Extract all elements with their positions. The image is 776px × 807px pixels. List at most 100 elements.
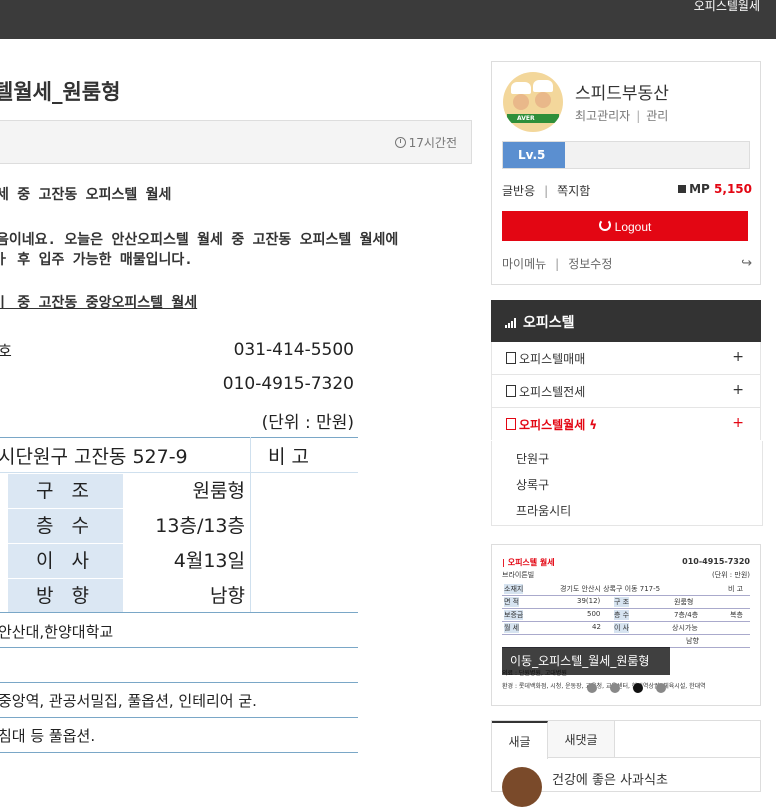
recent-post-thumbnail[interactable] (502, 767, 542, 807)
recent-post-title[interactable]: 건강에 좋은 사과식초 (552, 769, 668, 788)
logout-button[interactable]: Logout (502, 211, 748, 241)
banner-phone: 010-4915-7320 (682, 557, 750, 566)
banner-cell: 500 (587, 610, 601, 618)
level-text: Lv.5 (518, 148, 546, 162)
table-divider (0, 472, 358, 473)
clock-icon (394, 137, 406, 148)
slider-dots (587, 683, 679, 695)
banner-cell: 42 (592, 623, 601, 631)
mp-points[interactable]: MP 5,150 (678, 182, 752, 196)
avatar[interactable]: AVER (503, 72, 563, 132)
recent-tabs: 새글 새댓글 건강에 좋은 사과식초 (491, 720, 761, 807)
breadcrumb[interactable]: 오피스텔월세 (694, 0, 760, 14)
listing-row-label: 방 향 (8, 579, 123, 613)
post-time: 17시간전 (394, 134, 457, 151)
banner-cell: 월 세 (504, 623, 520, 633)
listing-row-value: 13층/13층 (155, 515, 245, 537)
slider-dot-3[interactable] (633, 683, 643, 693)
banner-cell: 구 조 (614, 597, 630, 607)
listing-phone-1: 031-414-5500 (233, 340, 354, 360)
bolt-icon: ϟ (589, 418, 598, 432)
listing-address: 시단원구 고잔동 527-9 (0, 446, 188, 468)
building-icon (506, 418, 516, 430)
banner-cell: 원룸형 (674, 598, 694, 606)
table-divider (0, 612, 358, 613)
listing-features: 중앙역, 관공서밀집, 풀옵션, 인테리어 굳. (0, 692, 257, 710)
slider-dot-4[interactable] (656, 683, 666, 693)
submenu: 단원구 상록구 프라움시티 (491, 441, 763, 526)
exit-icon[interactable]: ↪ (741, 256, 752, 271)
listing-row-label: 이 사 (8, 544, 123, 578)
post-meta-bar: 17시간전 (0, 120, 472, 164)
edit-info-link[interactable]: 정보수정 (568, 257, 612, 271)
listing-options: 침대 등 풀옵션. (0, 727, 96, 745)
listing-unit: (단위 : 만원) (261, 413, 354, 433)
mymenu-link[interactable]: 마이메뉴 (502, 257, 546, 271)
banner-grid: 소재지 경기도 안산시 상록구 이동 717-5 비 고 면 적 39(12) … (502, 583, 750, 651)
post-line-1: 세 중 고잔동 오피스텔 월세 (0, 187, 172, 203)
banner-cell: 7층/4층 (674, 611, 699, 619)
banner-cell: 경기도 안산시 상록구 이동 717-5 (560, 585, 661, 593)
banner-cell: 복층 (730, 611, 743, 619)
table-divider (0, 682, 358, 683)
tab-new-posts[interactable]: 새글 (492, 721, 548, 759)
post-title: 텔월세_원룸형 (0, 80, 121, 104)
banner-cell: 상시가능 (672, 624, 698, 632)
signal-bars-icon (505, 318, 519, 328)
table-divider (0, 752, 358, 753)
listing-row-value: 남향 (210, 585, 245, 607)
submenu-item-praum[interactable]: 프라움시티 (516, 502, 571, 519)
profile-links: 글반응 | 쪽지함 (502, 184, 591, 198)
post-time-text: 17시간전 (408, 136, 457, 150)
expand-plus-icon[interactable]: + (732, 382, 744, 398)
banner-cell: 면 적 (504, 597, 520, 607)
menu-item-label: 오피스텔월세 (519, 418, 586, 432)
slider-dot-2[interactable] (610, 683, 620, 693)
post-line-2: 음이네요. 오늘은 안산오피스텔 월세 중 고잔동 오피스텔 월세에 (0, 232, 399, 248)
banner-unit: (단위 : 만원) (711, 571, 750, 579)
top-bar: 오피스텔월세 (0, 0, 776, 39)
banner-caption[interactable]: 이동_오피스텔_월세_원룸형 (502, 647, 670, 675)
banner-cell: 보증금 (504, 610, 524, 620)
banner-title: | 오피스텔 월세 (502, 558, 555, 567)
profile-role: 최고관리자 | 관리 (575, 109, 669, 123)
banner-cell: 남향 (686, 637, 699, 645)
listing-note-header: 비 고 (268, 446, 309, 468)
expand-plus-icon[interactable]: + (732, 349, 744, 365)
posts-link[interactable]: 글반응 (502, 184, 535, 198)
menu-item-label: 오피스텔매매 (519, 352, 586, 366)
banner-cell: 소재지 (504, 584, 524, 594)
power-icon (598, 219, 611, 231)
table-divider (0, 647, 358, 648)
banner-cell: 비 고 (728, 585, 744, 593)
banner-cell: 39(12) (577, 597, 601, 605)
tab-new-comments[interactable]: 새댓글 (548, 721, 615, 758)
logout-label: Logout (614, 220, 652, 234)
gift-icon (678, 185, 687, 193)
post-line-4: ㅣ 중 고잔동 중앙오피스텔 월세 (0, 295, 198, 311)
menu-item-monthly[interactable]: 오피스텔월세 ϟ + (491, 408, 761, 440)
menu-item-label: 오피스텔전세 (519, 385, 586, 399)
expand-plus-icon[interactable]: + (732, 415, 744, 431)
building-icon (506, 352, 516, 364)
listing-row-value: 원룸형 (192, 480, 245, 502)
category-menu: 오피스텔매매 + 오피스텔전세 + 오피스텔월세 ϟ + (491, 342, 761, 440)
listing-school: 안산대,한양대학교 (0, 623, 114, 641)
profile-box: AVER 스피드부동산 최고관리자 | 관리 Lv.5 글반응 | 쪽지함 MP 5,1… (491, 61, 761, 285)
mp-label: MP (689, 182, 710, 196)
listing-banner[interactable]: | 오피스텔 월세 010-4915-7320 브라이튼빌 (단위 : 만원) … (491, 544, 761, 706)
table-divider (0, 437, 358, 438)
banner-building: 브라이튼빌 (502, 571, 535, 579)
menu-header-text: 오피스텔 (523, 315, 575, 331)
submenu-item-sangnok[interactable]: 상록구 (516, 476, 549, 493)
admin-link[interactable]: 관리 (646, 109, 668, 123)
profile-footer: 마이메뉴 | 정보수정 (502, 257, 613, 271)
submenu-item-danwon[interactable]: 단원구 (516, 450, 549, 467)
menu-item-jeonse[interactable]: 오피스텔전세 + (491, 375, 761, 408)
building-icon (506, 385, 516, 397)
menu-item-sale[interactable]: 오피스텔매매 + (491, 342, 761, 375)
slider-dot-1[interactable] (587, 683, 597, 693)
listing-corner-label: 호 (0, 342, 12, 360)
level-bar: Lv.5 (502, 141, 750, 169)
memo-link[interactable]: 쪽지함 (557, 184, 590, 198)
